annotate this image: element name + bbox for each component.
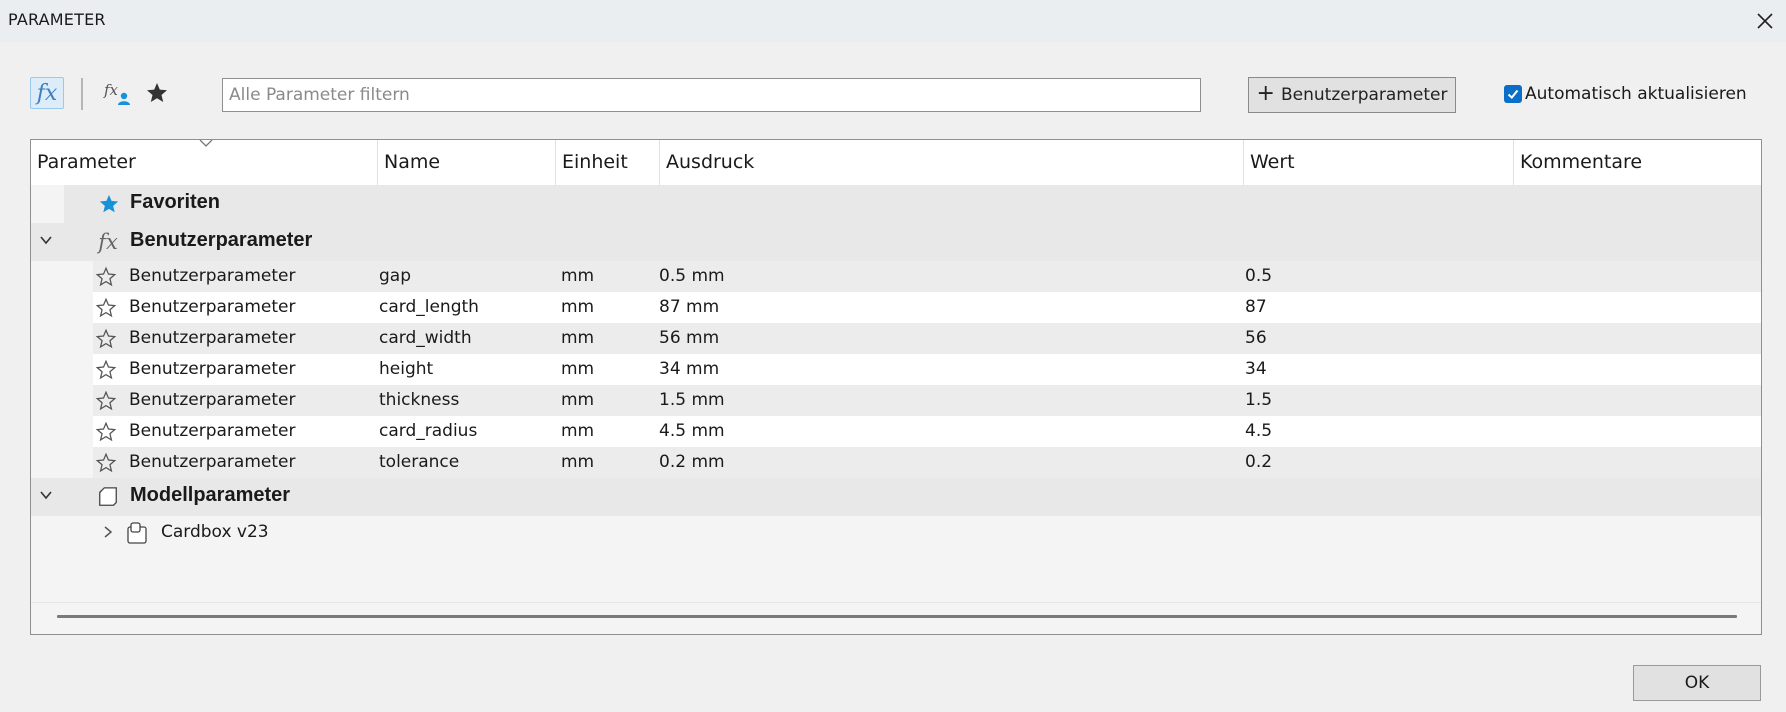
auto-update-toggle[interactable]: Automatisch aktualisieren: [1504, 84, 1747, 104]
cell-parameter: Benutzerparameter: [129, 452, 296, 472]
cell-expression[interactable]: 34 mm: [659, 354, 719, 385]
table-row[interactable]: Benutzerparameter card_width mm 56 mm 56: [93, 323, 1761, 354]
add-user-parameter-label: Benutzerparameter: [1280, 85, 1448, 105]
cell-expression[interactable]: 0.5 mm: [659, 261, 725, 292]
star-outline-icon[interactable]: [95, 421, 117, 443]
filter-input[interactable]: [222, 78, 1201, 112]
star-outline-icon[interactable]: [95, 452, 117, 474]
fx-group-icon: fx: [98, 230, 118, 254]
cell-parameter: Benutzerparameter: [129, 421, 296, 441]
favorites-star-icon: [98, 193, 120, 215]
scrollbar-thumb[interactable]: [57, 615, 1737, 618]
component-label: Cardbox v23: [161, 522, 269, 542]
cell-value: 4.5: [1245, 421, 1273, 441]
table-header: Parameter Name Einheit Ausdruck Wert Kom…: [31, 140, 1761, 185]
title-bar: PARAMETER: [0, 0, 1786, 42]
star-outline-icon[interactable]: [95, 266, 117, 288]
cell-parameter: Benutzerparameter: [129, 390, 296, 410]
parameters-table: Parameter Name Einheit Ausdruck Wert Kom…: [30, 139, 1762, 635]
cell-name: thickness: [379, 390, 460, 410]
column-header-unit[interactable]: Einheit: [556, 140, 660, 185]
cell-expression[interactable]: 4.5 mm: [659, 416, 725, 447]
cell-name: tolerance: [379, 452, 460, 472]
add-user-parameter-button[interactable]: + Benutzerparameter: [1248, 77, 1456, 113]
favorites-group-label: Favoriten: [130, 191, 221, 213]
star-outline-icon[interactable]: [95, 359, 117, 381]
user-params-group-label: Benutzerparameter: [130, 229, 313, 251]
cell-expression[interactable]: 1.5 mm: [659, 385, 725, 416]
table-row[interactable]: Benutzerparameter height mm 34 mm 34: [93, 354, 1761, 385]
cell-unit: mm: [561, 452, 595, 472]
table-row[interactable]: Benutzerparameter card_radius mm 4.5 mm …: [93, 416, 1761, 447]
horizontal-scrollbar[interactable]: [31, 602, 1761, 631]
cell-unit: mm: [561, 421, 595, 441]
cell-name: card_width: [379, 328, 472, 348]
cell-value: 0.5: [1245, 266, 1273, 286]
favorites-group-row[interactable]: Favoriten: [64, 185, 1761, 223]
component-row[interactable]: Cardbox v23: [93, 516, 1761, 548]
cell-unit: mm: [561, 328, 595, 348]
cell-parameter: Benutzerparameter: [129, 266, 296, 286]
auto-update-label: Automatisch aktualisieren: [1525, 84, 1747, 104]
component-icon: [127, 522, 147, 544]
cell-name: height: [379, 359, 434, 379]
column-header-parameter[interactable]: Parameter: [31, 140, 378, 185]
table-row[interactable]: Benutzerparameter gap mm 0.5 mm 0.5: [93, 261, 1761, 292]
fx-user-icon: fx: [103, 81, 130, 105]
cell-value: 1.5: [1245, 390, 1273, 410]
star-outline-icon[interactable]: [95, 328, 117, 350]
cell-unit: mm: [561, 297, 595, 317]
checkmark-icon: [1507, 89, 1519, 99]
cell-name: card_length: [379, 297, 479, 317]
cell-parameter: Benutzerparameter: [129, 328, 296, 348]
chevron-down-icon[interactable]: [39, 233, 53, 247]
model-box-icon: [97, 486, 119, 508]
column-header-name[interactable]: Name: [378, 140, 556, 185]
user-params-group-row[interactable]: fx Benutzerparameter: [31, 223, 1761, 261]
chevron-right-icon[interactable]: [101, 525, 115, 539]
close-icon: [1757, 13, 1773, 29]
column-header-value[interactable]: Wert: [1244, 140, 1514, 185]
cell-expression[interactable]: 87 mm: [659, 292, 719, 323]
fx-filter-button[interactable]: fx: [30, 77, 64, 109]
favorites-filter-button[interactable]: [140, 77, 174, 109]
chevron-down-icon[interactable]: [39, 488, 53, 502]
cell-value: 56: [1245, 328, 1267, 348]
cell-expression[interactable]: 0.2 mm: [659, 447, 725, 478]
cell-parameter: Benutzerparameter: [129, 359, 296, 379]
ok-button[interactable]: OK: [1633, 665, 1761, 701]
cell-name: card_radius: [379, 421, 478, 441]
cell-value: 87: [1245, 297, 1267, 317]
model-params-group-label: Modellparameter: [130, 484, 291, 506]
toolbar: fx fx + Benutzerparameter Automatisch ak…: [0, 74, 1786, 118]
close-button[interactable]: [1750, 6, 1780, 36]
table-row[interactable]: Benutzerparameter card_length mm 87 mm 8…: [93, 292, 1761, 323]
auto-update-checkbox[interactable]: [1504, 85, 1522, 103]
column-header-expression[interactable]: Ausdruck: [660, 140, 1244, 185]
cell-value: 34: [1245, 359, 1267, 379]
table-row[interactable]: Benutzerparameter tolerance mm 0.2 mm 0.…: [93, 447, 1761, 478]
user-params-filter-button[interactable]: fx: [100, 77, 134, 109]
model-params-group-row[interactable]: Modellparameter: [31, 478, 1761, 516]
svg-text:fx: fx: [103, 81, 119, 99]
ok-button-label: OK: [1684, 673, 1710, 693]
toolbar-divider: [81, 78, 83, 110]
star-icon: [147, 83, 167, 102]
cell-expression[interactable]: 56 mm: [659, 323, 719, 354]
cell-name: gap: [379, 266, 411, 286]
fx-icon: fx: [36, 80, 58, 106]
cell-unit: mm: [561, 390, 595, 410]
table-row[interactable]: Benutzerparameter thickness mm 1.5 mm 1.…: [93, 385, 1761, 416]
cell-unit: mm: [561, 359, 595, 379]
column-header-comments[interactable]: Kommentare: [1514, 140, 1761, 185]
star-outline-icon[interactable]: [95, 297, 117, 319]
sort-caret-icon: [199, 140, 213, 147]
cell-value: 0.2: [1245, 452, 1273, 472]
window-title: PARAMETER: [8, 10, 106, 29]
cell-parameter: Benutzerparameter: [129, 297, 296, 317]
plus-icon: +: [1256, 80, 1275, 106]
cell-unit: mm: [561, 266, 595, 286]
star-outline-icon[interactable]: [95, 390, 117, 412]
